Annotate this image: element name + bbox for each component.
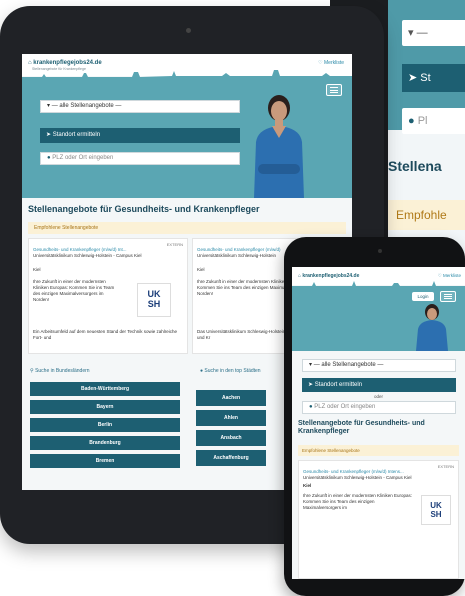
background-section-title: Stellena [388, 158, 442, 174]
background-plz-input[interactable]: ● Pl [402, 108, 465, 134]
job-employer: Universitätsklinikum Schleswig-Holstein … [33, 253, 142, 258]
phone-plz-input[interactable]: ● PLZ oder Ort eingeben [302, 401, 456, 414]
job-card[interactable]: EXTERN Gesundheits- und Krankenpfleger (… [28, 238, 188, 354]
state-button[interactable]: Bremen [30, 454, 180, 468]
phone-skyline [292, 281, 465, 289]
phone-camera [378, 249, 382, 253]
chevron-down-icon: ▾ [408, 27, 414, 39]
background-recommended-bar: Empfohle [388, 200, 465, 230]
state-button[interactable]: Berlin [30, 418, 180, 432]
job-description: Ihre Zukunft in einer der modernsten Kli… [33, 279, 115, 302]
job-city: Kiel [197, 267, 205, 272]
location-button[interactable]: ➤ Standort ermitteln [40, 128, 240, 143]
city-button[interactable]: Aachen [196, 390, 266, 406]
phone-recommended-bar: Empfohlene Stellenangebote [298, 445, 459, 456]
menu-button[interactable] [326, 84, 342, 96]
section-title: Stellenangebote für Gesundheits- und Kra… [28, 204, 260, 214]
merkliste-link[interactable]: ♡ Merkliste [318, 60, 344, 66]
nurse-illustration [416, 304, 448, 351]
states-heading: ⚲ Suche in Bundesländern [30, 368, 90, 374]
location-arrow-icon: ➤ [46, 132, 53, 138]
uksh-logo: UK SH [421, 495, 451, 525]
background-location-button[interactable]: ➤ St [402, 64, 465, 92]
or-separator: oder [373, 394, 383, 399]
city-button[interactable]: Aschaffenburg [196, 450, 266, 466]
state-button[interactable]: Brandenburg [30, 436, 180, 450]
state-button[interactable]: Baden-Württemberg [30, 382, 180, 396]
recommended-jobs-bar: Empfohlene Stellenangebote [28, 222, 346, 234]
tablet-camera [186, 28, 191, 33]
phone-job-category-select[interactable]: ▾ — alle Stellenangebote — [302, 359, 456, 372]
map-pin-icon: ● [408, 115, 415, 127]
location-arrow-icon: ➤ [408, 72, 418, 84]
hero-section: ▾ — alle Stellenangebote — ➤ Standort er… [22, 80, 352, 198]
job-employer: Universitätsklinikum Schleswig-Holstein … [303, 475, 412, 480]
job-category-select[interactable]: ▾ — alle Stellenangebote — [40, 100, 240, 113]
job-description: Ihre Zukunft in einer der modernsten Kli… [303, 493, 413, 510]
state-button[interactable]: Bayern [30, 400, 180, 414]
phone-job-card[interactable]: EXTERN Gesundheits- und Krankenpfleger (… [298, 460, 459, 579]
location-arrow-icon: ➤ [308, 382, 315, 388]
job-city: Kiel [33, 267, 41, 272]
background-select[interactable]: ▾ — [402, 20, 465, 46]
site-logo[interactable]: ⌂ krankenpflegejobs24.de [28, 60, 102, 66]
city-skyline [22, 70, 352, 80]
phone-screen: ⌂ krankenpflegejobs24.de ♡ Merkliste Log… [292, 267, 465, 579]
background-select-label: — [416, 27, 428, 39]
phone-hero: Login [292, 289, 465, 351]
city-button[interactable]: Ansbach [196, 430, 266, 446]
nurse-illustration [254, 95, 304, 198]
job-city: Kiel [303, 483, 312, 488]
uksh-logo: UK SH [137, 283, 171, 317]
background-tablet-screen: ▾ — ➤ St ● Pl Stellena Empfohle [388, 0, 465, 262]
phone-location-button[interactable]: ➤ Standort ermitteln [302, 378, 456, 392]
phone-section-title: Stellenangebote für Gesundheits- und Kra… [298, 420, 425, 435]
job-footer-text: Ein Arbeitsumfeld auf dem neuesten Stand… [33, 329, 178, 340]
city-button[interactable]: Ahlen [196, 410, 266, 426]
plz-input[interactable]: ● PLZ oder Ort eingeben [40, 152, 240, 165]
phone-menu-button[interactable] [440, 291, 456, 302]
cities-heading: ● Suche in den top Städten [200, 368, 261, 374]
login-button[interactable]: Login [412, 292, 434, 301]
